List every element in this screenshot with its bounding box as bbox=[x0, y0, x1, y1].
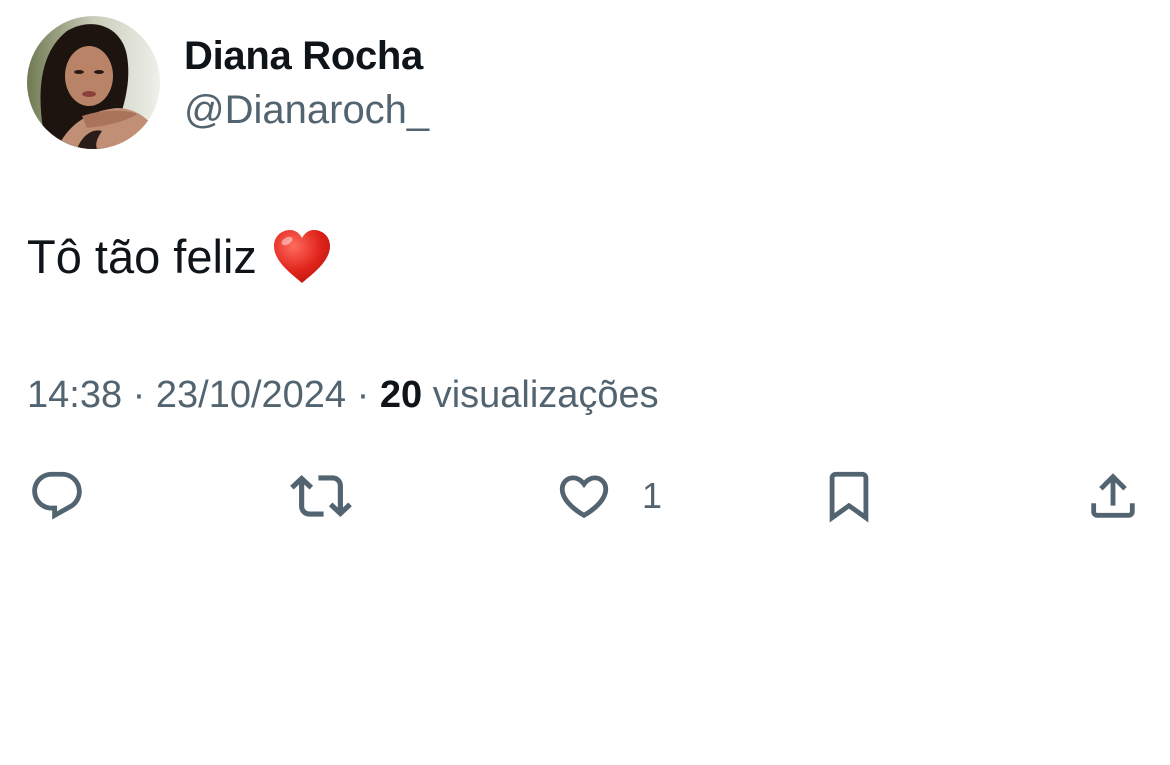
views-count: 20 bbox=[379, 374, 423, 416]
like-count: 1 bbox=[642, 475, 663, 516]
tweet-text: Tô tão feliz bbox=[27, 228, 333, 286]
tweet-meta: 14:38 · 23/10/2024 · 20 visualizações bbox=[27, 372, 659, 418]
share-icon bbox=[1091, 473, 1135, 518]
heart-icon bbox=[559, 475, 609, 519]
retweet-icon bbox=[290, 475, 352, 517]
retweet-button[interactable] bbox=[286, 466, 356, 526]
meta-separator: · bbox=[132, 374, 146, 416]
like-button[interactable]: 1 bbox=[554, 466, 662, 526]
reply-icon bbox=[32, 471, 82, 520]
views-label: visualizações bbox=[432, 374, 659, 416]
display-name[interactable]: Diana Rocha bbox=[184, 32, 423, 80]
profile-photo bbox=[27, 16, 160, 149]
reply-button[interactable] bbox=[28, 466, 86, 526]
bookmark-button[interactable] bbox=[820, 466, 878, 526]
red-heart-emoji-icon bbox=[271, 228, 333, 286]
bookmark-icon bbox=[829, 471, 869, 523]
user-handle[interactable]: @Dianaroch_ bbox=[184, 86, 429, 134]
tweet-date[interactable]: 23/10/2024 bbox=[156, 374, 346, 416]
meta-separator: · bbox=[356, 374, 370, 416]
avatar[interactable] bbox=[27, 16, 160, 149]
share-button[interactable] bbox=[1084, 466, 1142, 526]
tweet-text-content: Tô tão feliz bbox=[27, 230, 257, 283]
tweet-time[interactable]: 14:38 bbox=[27, 374, 122, 416]
